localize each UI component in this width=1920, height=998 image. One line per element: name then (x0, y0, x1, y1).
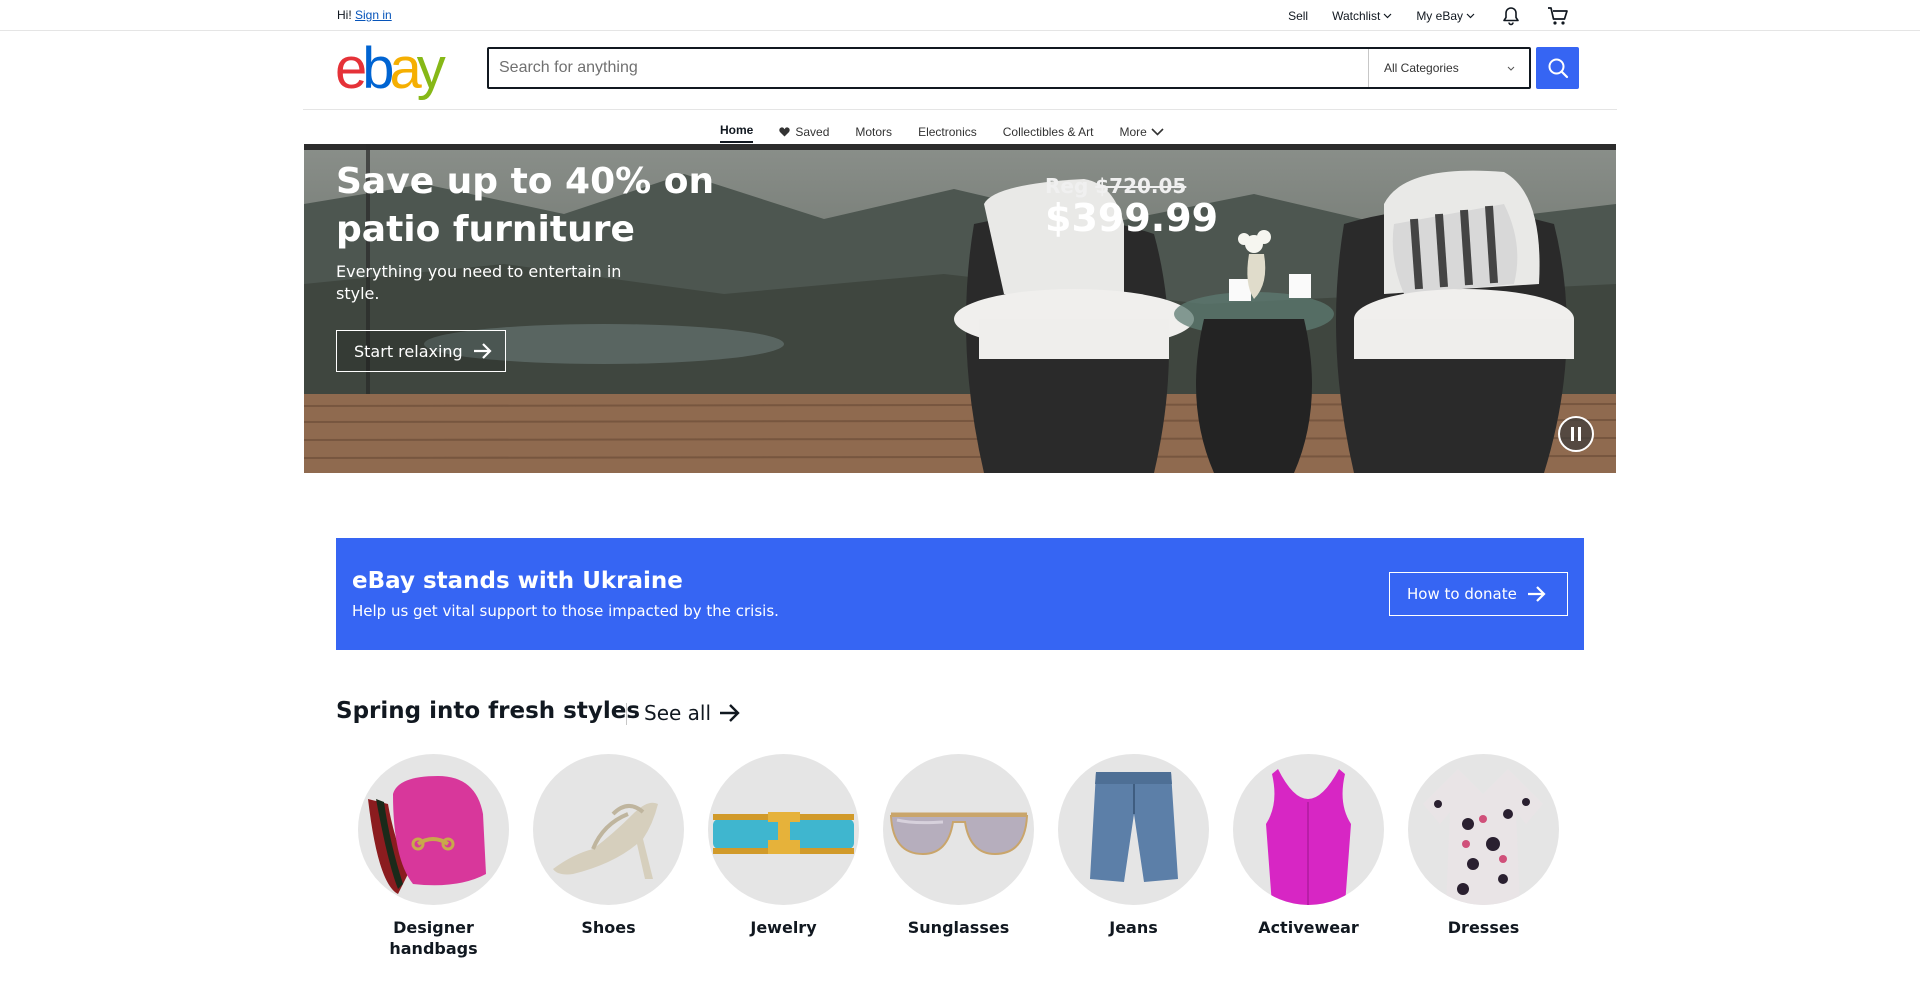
category-select-value: All Categories (1384, 61, 1459, 75)
nav-item-label: Home (720, 123, 754, 137)
category-activewear[interactable]: Activewear (1233, 754, 1384, 959)
watchlist-label: Watchlist (1332, 8, 1381, 23)
arrow-right-icon (473, 343, 492, 359)
category-shoes[interactable]: Shoes (533, 754, 684, 959)
nav-item-motors[interactable]: Motors (855, 119, 892, 145)
sign-in-link[interactable]: Sign in (355, 8, 392, 22)
category-label: Shoes (581, 918, 636, 937)
bracelet-icon (713, 812, 854, 854)
reg-label: Reg (1045, 174, 1089, 198)
see-all-label: See all (644, 701, 712, 725)
category-image (883, 754, 1034, 905)
category-designer-handbags[interactable]: Designer handbags (358, 754, 509, 959)
category-label: Dresses (1447, 918, 1520, 937)
heart-icon (779, 127, 791, 137)
top-right-links: Sell Watchlist My eBay (1264, 0, 1569, 31)
hero-subtitle: Everything you need to entertain in styl… (336, 262, 622, 303)
category-label: Jewelry (750, 918, 817, 937)
hero-cta-label: Start relaxing (354, 341, 463, 361)
category-jeans[interactable]: Jeans (1058, 754, 1209, 959)
cart-button[interactable] (1547, 6, 1569, 26)
my-ebay-link[interactable]: My eBay (1416, 9, 1475, 23)
nav-item-more[interactable]: More (1119, 119, 1168, 145)
pause-icon (1571, 427, 1581, 441)
dress-icon (1423, 769, 1543, 905)
section-title: Spring into fresh styles (336, 698, 641, 724)
search-input[interactable] (489, 49, 1368, 87)
greeting-text: Hi! (337, 8, 352, 22)
top-utility-bar: Hi! Sign in Sell Watchlist My eBay (0, 0, 1920, 31)
nav-item-saved[interactable]: Saved (779, 119, 829, 145)
jeans-icon (1090, 772, 1178, 882)
arrow-right-icon (720, 704, 740, 722)
shoe-icon (553, 802, 658, 879)
cart-icon (1548, 6, 1568, 25)
bell-icon (1503, 6, 1519, 25)
hero-title: Save up to 40% on patio furniture (336, 161, 715, 250)
donate-label: How to donate (1407, 585, 1517, 603)
nav-item-electronics[interactable]: Electronics (918, 119, 977, 145)
main-nav: Home Saved Motors Electronics Collectibl… (0, 110, 1920, 144)
notifications-button[interactable] (1501, 6, 1521, 26)
nav-item-collectibles-art[interactable]: Collectibles & Art (1003, 119, 1094, 145)
category-label: Activewear (1258, 918, 1359, 937)
sunglasses-icon (889, 812, 1029, 856)
patio-furniture-image (954, 170, 1574, 473)
ukraine-banner-title: eBay stands with Ukraine (352, 568, 683, 594)
carousel-pause-button[interactable] (1558, 416, 1594, 452)
chevron-down-icon (1466, 13, 1475, 18)
nav-item-label: Collectibles & Art (1002, 125, 1094, 139)
category-image (1408, 754, 1559, 905)
greeting: Hi! Sign in (337, 8, 392, 22)
category-select[interactable]: All Categories (1368, 49, 1529, 87)
logo-letter-a: a (389, 36, 422, 101)
nav-item-home[interactable]: Home (720, 119, 754, 143)
category-image (708, 754, 859, 905)
search-bar: All Categories (487, 47, 1531, 89)
category-dresses[interactable]: Dresses (1408, 754, 1559, 959)
nav-item-label: More (1119, 125, 1147, 139)
logo-letter-y: y (416, 36, 446, 101)
category-sunglasses[interactable]: Sunglasses (883, 754, 1034, 959)
my-ebay-label: My eBay (1416, 8, 1463, 23)
category-label: Designer handbags (389, 918, 478, 958)
ukraine-banner: eBay stands with Ukraine Help us get vit… (336, 538, 1584, 650)
handbag-icon (368, 776, 486, 894)
sale-price: $399.99 (1045, 196, 1219, 240)
category-image (1058, 754, 1209, 905)
section-divider (626, 703, 627, 725)
sell-label: Sell (1288, 8, 1309, 23)
how-to-donate-button[interactable]: How to donate (1389, 572, 1568, 616)
search-icon (1548, 58, 1568, 79)
reg-price-value: $720.05 (1095, 174, 1187, 198)
category-carousel: Designer handbags Shoes Jewelry Sunglass… (358, 754, 1559, 959)
chevron-down-icon (1383, 13, 1392, 18)
nav-item-label: Motors (855, 125, 893, 139)
logo-letter-b: b (362, 36, 394, 101)
ukraine-banner-text: Help us get vital support to those impac… (352, 602, 779, 620)
category-image (533, 754, 684, 905)
tank-top-icon (1266, 769, 1351, 905)
regular-price: Reg $720.05 (1045, 174, 1186, 198)
chevron-down-icon (1507, 66, 1515, 71)
arrow-right-icon (1527, 586, 1546, 602)
sell-link[interactable]: Sell (1288, 9, 1308, 23)
hero-banner[interactable]: Save up to 40% on patio furniture Everyt… (304, 144, 1616, 473)
category-jewelry[interactable]: Jewelry (708, 754, 859, 959)
start-relaxing-button[interactable]: Start relaxing (336, 330, 506, 372)
nav-item-label: Saved (795, 125, 830, 139)
category-image (358, 754, 509, 905)
ebay-logo[interactable]: ebay (335, 36, 455, 101)
category-image (1233, 754, 1384, 905)
category-label: Sunglasses (907, 918, 1010, 937)
nav-item-label: Electronics (918, 125, 977, 139)
logo-letter-e: e (335, 36, 367, 101)
category-label: Jeans (1109, 918, 1158, 937)
watchlist-link[interactable]: Watchlist (1332, 9, 1392, 23)
search-button[interactable] (1536, 47, 1579, 89)
see-all-link[interactable]: See all (644, 701, 741, 725)
chevron-down-icon (1151, 128, 1164, 136)
